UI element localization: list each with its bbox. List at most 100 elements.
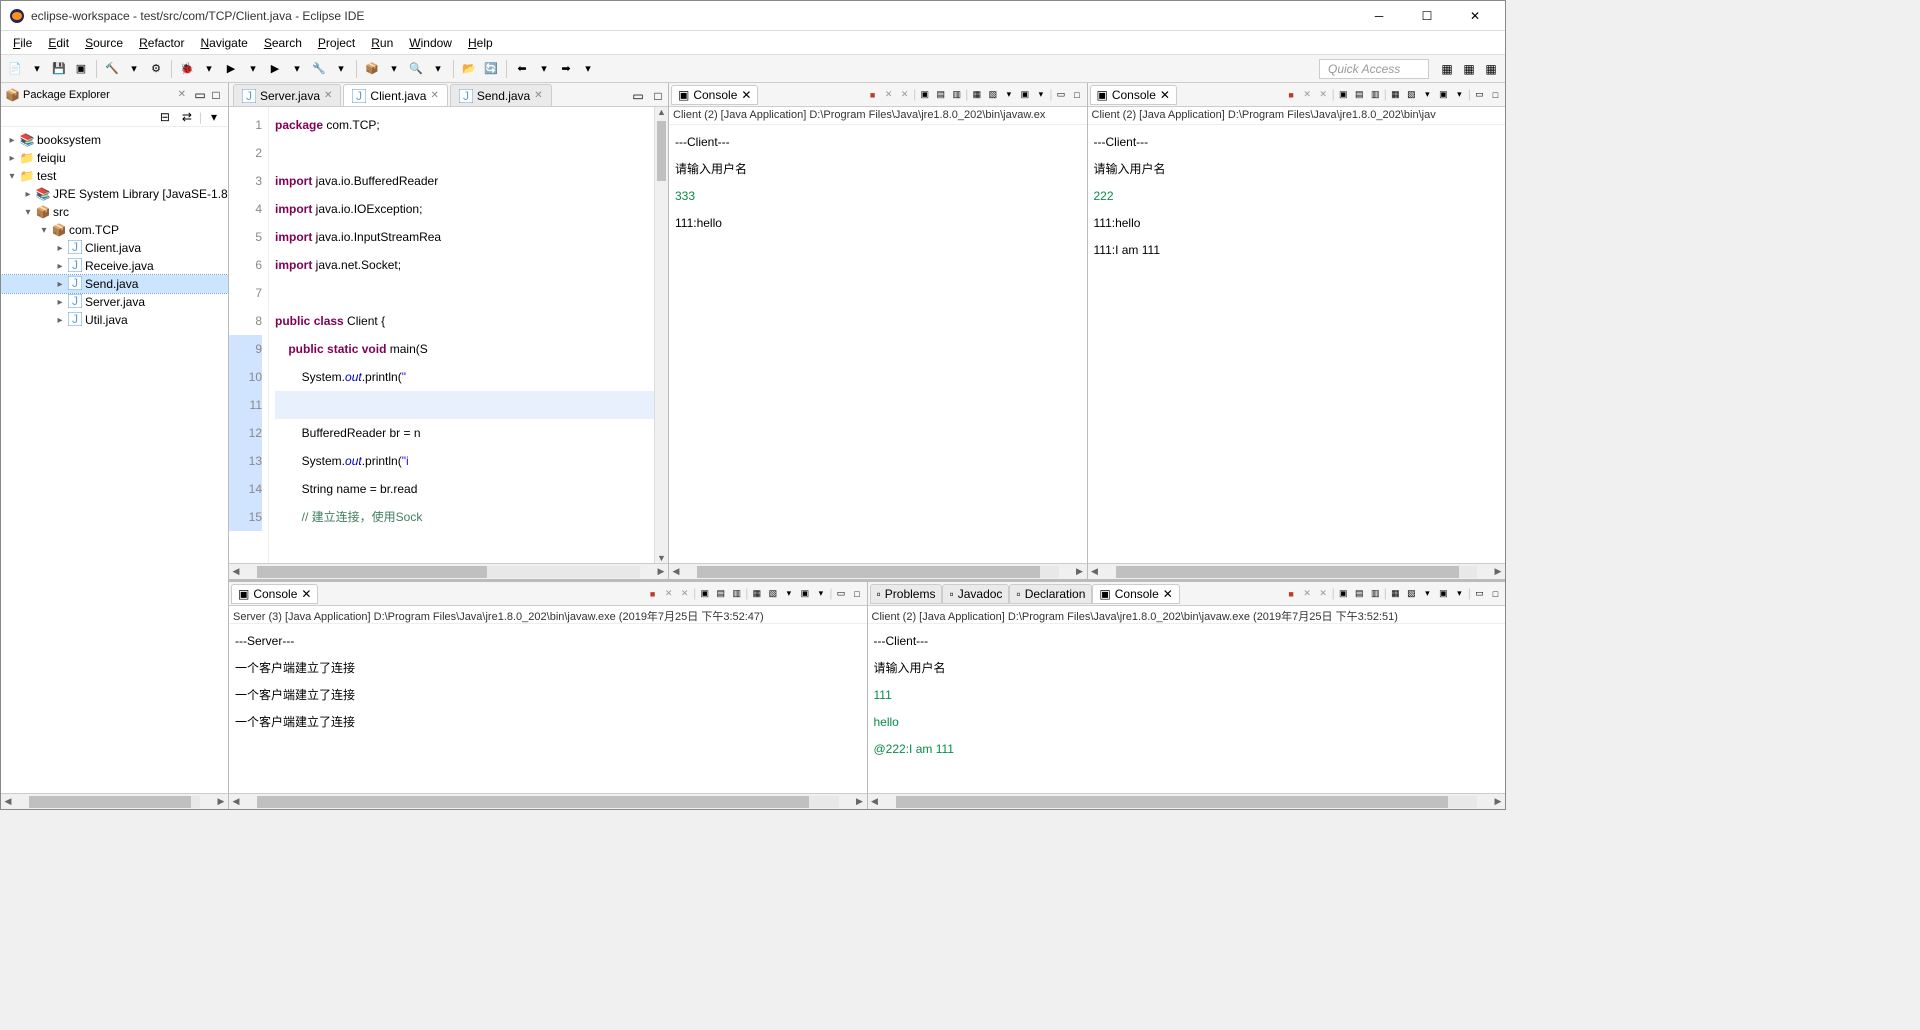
toolbar-button[interactable]: ▾ — [27, 59, 47, 79]
console-tool-button[interactable]: ▭ — [1054, 87, 1069, 102]
toolbar-button[interactable]: ➡ — [556, 59, 576, 79]
console-tool-button[interactable]: ▥ — [949, 87, 964, 102]
editor-tab[interactable]: JServer.java✕ — [233, 84, 341, 106]
tree-twisty[interactable]: ▸ — [21, 189, 35, 200]
console-tool-button[interactable]: ▤ — [1352, 586, 1367, 601]
package-explorer-tree[interactable]: ▸📚booksystem▸📁feiqiu▾📁test▸📚JRE System L… — [1, 127, 228, 793]
console-tool-button[interactable]: ✕ — [1316, 586, 1331, 601]
tree-item[interactable]: ▾📁test — [1, 167, 228, 185]
toolbar-button[interactable]: 🔧 — [309, 59, 329, 79]
console-tool-button[interactable]: □ — [1488, 87, 1503, 102]
menu-window[interactable]: Window — [401, 33, 460, 53]
open-perspective-button[interactable]: ▦ — [1437, 59, 1457, 79]
console-tool-button[interactable]: ■ — [865, 87, 880, 102]
console-tool-button[interactable]: ▦ — [749, 586, 764, 601]
console-tab[interactable]: ▣Console ✕ — [1090, 85, 1177, 105]
console-tool-button[interactable]: ▧ — [1404, 586, 1419, 601]
toolbar-button[interactable]: ▾ — [287, 59, 307, 79]
minimize-button[interactable]: ─ — [1357, 2, 1401, 30]
quick-access-input[interactable]: Quick Access — [1319, 59, 1429, 79]
console-tool-button[interactable]: ▾ — [1452, 586, 1467, 601]
tree-item[interactable]: ▸📁feiqiu — [1, 149, 228, 167]
editor-vscroll[interactable]: ▲ ▼ — [654, 107, 668, 563]
toolbar-button[interactable]: ⚙ — [146, 59, 166, 79]
toolbar-button[interactable]: 🔨 — [102, 59, 122, 79]
console-tool-button[interactable]: ▣ — [1436, 87, 1451, 102]
debug-perspective-button[interactable]: ▦ — [1481, 59, 1501, 79]
console-hscroll[interactable]: ◀▶ — [669, 563, 1087, 579]
console-tool-button[interactable]: ▾ — [1420, 87, 1435, 102]
toolbar-button[interactable]: ▾ — [384, 59, 404, 79]
console-tool-button[interactable]: ▾ — [1001, 87, 1016, 102]
toolbar-button[interactable]: 📄 — [5, 59, 25, 79]
toolbar-button[interactable]: ▾ — [124, 59, 144, 79]
editor-tab[interactable]: JClient.java✕ — [343, 84, 447, 106]
toolbar-button[interactable]: ▾ — [428, 59, 448, 79]
console-hscroll[interactable]: ◀▶ — [868, 793, 1506, 809]
console-tool-button[interactable]: ▾ — [1420, 586, 1435, 601]
console-tool-button[interactable]: ▦ — [1388, 87, 1403, 102]
tree-item[interactable]: ▸JSend.java — [1, 275, 228, 293]
console-tool-button[interactable]: ▣ — [1017, 87, 1032, 102]
tab-close-icon[interactable]: ✕ — [534, 90, 542, 101]
tree-item[interactable]: ▾📦src — [1, 203, 228, 221]
console-tool-button[interactable]: ▭ — [834, 586, 849, 601]
console-tool-button[interactable]: ▥ — [1368, 87, 1383, 102]
tree-twisty[interactable]: ▸ — [5, 135, 19, 146]
console-tool-button[interactable]: ■ — [1284, 87, 1299, 102]
console-tool-button[interactable]: ▾ — [1452, 87, 1467, 102]
toolbar-button[interactable]: ⬅ — [512, 59, 532, 79]
tree-twisty[interactable]: ▸ — [53, 279, 67, 290]
console-tool-button[interactable]: □ — [1070, 87, 1085, 102]
pkg-close-icon[interactable]: ✕ — [178, 89, 186, 100]
editor-hscroll[interactable]: ◀▶ — [229, 563, 668, 579]
console-tool-button[interactable]: ▾ — [813, 586, 828, 601]
tab-close-icon[interactable]: ✕ — [741, 88, 751, 102]
view-tab[interactable]: ▫Problems — [870, 584, 943, 604]
toolbar-button[interactable]: ▾ — [578, 59, 598, 79]
console-tool-button[interactable]: ▥ — [729, 586, 744, 601]
tree-item[interactable]: ▾📦com.TCP — [1, 221, 228, 239]
tree-item[interactable]: ▸📚booksystem — [1, 131, 228, 149]
console-tool-button[interactable]: ✕ — [1316, 87, 1331, 102]
tree-twisty[interactable]: ▸ — [5, 153, 19, 164]
pkg-hscroll[interactable]: ◀▶ — [1, 793, 228, 809]
toolbar-button[interactable]: ▾ — [243, 59, 263, 79]
console-tab[interactable]: ▣Console ✕ — [671, 85, 758, 105]
menu-edit[interactable]: Edit — [40, 33, 77, 53]
toolbar-button[interactable]: ▣ — [71, 59, 91, 79]
menu-project[interactable]: Project — [310, 33, 363, 53]
tree-item[interactable]: ▸JClient.java — [1, 239, 228, 257]
menu-file[interactable]: File — [5, 33, 40, 53]
console-tool-button[interactable]: ▾ — [781, 586, 796, 601]
console-tool-button[interactable]: ✕ — [677, 586, 692, 601]
console-tool-button[interactable]: ▣ — [1336, 586, 1351, 601]
tab-close-icon[interactable]: ✕ — [1163, 587, 1173, 601]
tab-close-icon[interactable]: ✕ — [301, 587, 311, 601]
console-tool-button[interactable]: ▣ — [1436, 586, 1451, 601]
tree-item[interactable]: ▸JReceive.java — [1, 257, 228, 275]
console-hscroll[interactable]: ◀▶ — [1088, 563, 1506, 579]
console-tool-button[interactable]: ✕ — [1300, 87, 1315, 102]
console-tab[interactable]: ▣Console ✕ — [1092, 584, 1179, 604]
tree-item[interactable]: ▸JUtil.java — [1, 311, 228, 329]
toolbar-button[interactable]: ▾ — [331, 59, 351, 79]
tab-close-icon[interactable]: ✕ — [430, 90, 438, 101]
menu-run[interactable]: Run — [363, 33, 401, 53]
menu-search[interactable]: Search — [256, 33, 310, 53]
toolbar-button[interactable]: 🔍 — [406, 59, 426, 79]
editor-min-button[interactable]: ▭ — [628, 86, 648, 106]
console-tool-button[interactable]: ■ — [645, 586, 660, 601]
toolbar-button[interactable]: ▶ — [221, 59, 241, 79]
console-output[interactable]: ---Client---请输入用户名111hello@222:I am 111 — [868, 624, 1506, 793]
console-tool-button[interactable]: ▣ — [797, 586, 812, 601]
console-tool-button[interactable]: ▾ — [1033, 87, 1048, 102]
link-editor-button[interactable]: ⇄ — [177, 107, 197, 127]
toolbar-button[interactable]: 🐞 — [177, 59, 197, 79]
tree-twisty[interactable]: ▸ — [53, 315, 67, 326]
toolbar-button[interactable]: 🔄 — [481, 59, 501, 79]
console-tool-button[interactable]: ▥ — [1368, 586, 1383, 601]
console-output[interactable]: ---Client---请输入用户名333111:hello — [669, 125, 1087, 563]
editor-body[interactable]: 123456789101112131415 package com.TCP; i… — [229, 107, 668, 563]
tree-item[interactable]: ▸📚JRE System Library [JavaSE-1.8 — [1, 185, 228, 203]
